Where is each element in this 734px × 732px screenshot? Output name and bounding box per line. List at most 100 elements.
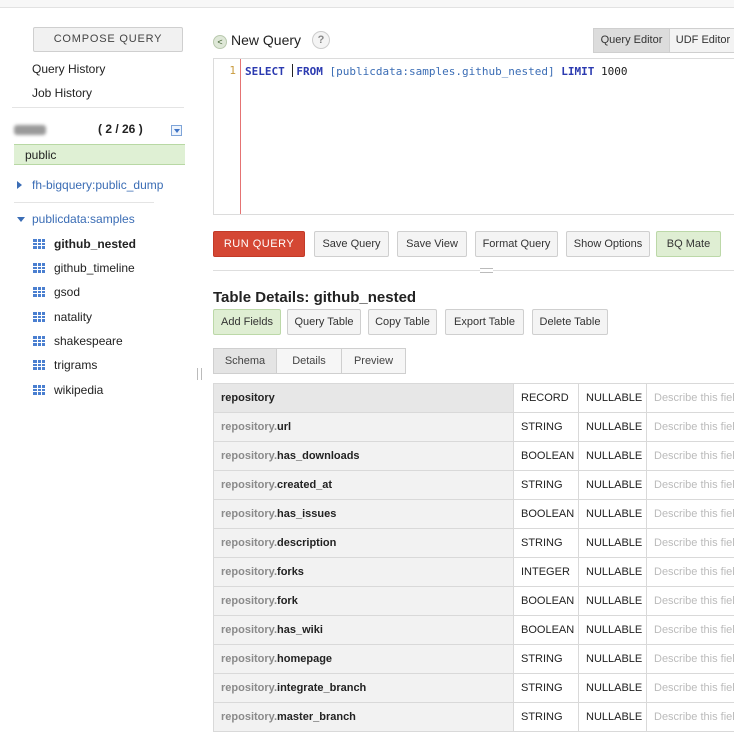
table-item-natality[interactable]: natality: [33, 310, 92, 326]
field-name: repository.fork: [214, 587, 514, 616]
query-history-link[interactable]: Query History: [32, 62, 105, 76]
field-type: STRING: [514, 674, 579, 703]
field-prefix: repository.: [221, 624, 277, 636]
field-mode: NULLABLE: [579, 384, 647, 413]
delete-table-button[interactable]: Delete Table: [532, 309, 608, 335]
panel-divider: [213, 270, 734, 271]
dataset-label: publicdata:samples: [32, 212, 135, 226]
run-query-button[interactable]: RUN QUERY: [213, 231, 305, 257]
query-table-button[interactable]: Query Table: [287, 309, 361, 335]
field-name: repository.has_wiki: [214, 616, 514, 645]
project-count: ( 2 / 26 ): [98, 122, 143, 136]
back-icon[interactable]: <: [213, 35, 227, 49]
field-mode: NULLABLE: [579, 500, 647, 529]
table-item-github-timeline[interactable]: github_timeline: [33, 261, 135, 277]
field-type: BOOLEAN: [514, 587, 579, 616]
field-type: STRING: [514, 645, 579, 674]
table-row: repository.forkBOOLEANNULLABLEDescribe t…: [214, 587, 734, 616]
query-editor[interactable]: 1 SELECT FROM [publicdata:samples.github…: [213, 58, 734, 215]
tab-query-editor[interactable]: Query Editor: [593, 28, 670, 53]
bq-mate-button[interactable]: BQ Mate: [656, 231, 721, 257]
format-query-button[interactable]: Format Query: [475, 231, 558, 257]
field-leaf-name: has_wiki: [277, 624, 323, 636]
field-prefix: repository.: [221, 537, 277, 549]
table-item-label: github_nested: [54, 237, 136, 251]
field-name: repository.created_at: [214, 471, 514, 500]
table-item-shakespeare[interactable]: shakespeare: [33, 334, 123, 350]
field-type: STRING: [514, 529, 579, 558]
table-row: repository.has_wikiBOOLEANNULLABLEDescri…: [214, 616, 734, 645]
field-type: INTEGER: [514, 558, 579, 587]
field-description[interactable]: Describe this field: [647, 645, 734, 674]
field-mode: NULLABLE: [579, 413, 647, 442]
field-type: STRING: [514, 413, 579, 442]
field-description[interactable]: Describe this field: [647, 413, 734, 442]
field-prefix: repository.: [221, 711, 277, 723]
table-item-trigrams[interactable]: trigrams: [33, 358, 97, 374]
chevron-down-icon[interactable]: [171, 125, 182, 136]
page-title: New Query: [231, 32, 301, 48]
table-row: repository.descriptionSTRINGNULLABLEDesc…: [214, 529, 734, 558]
project-name-redacted: [14, 125, 46, 135]
field-description[interactable]: Describe this field: [647, 703, 734, 732]
field-description[interactable]: Describe this field: [647, 442, 734, 471]
field-description[interactable]: Describe this field: [647, 587, 734, 616]
dataset-fh-bigquery-public-dump[interactable]: fh-bigquery:public_dump: [17, 178, 163, 194]
public-project[interactable]: public: [14, 144, 185, 165]
table-item-label: trigrams: [54, 358, 97, 372]
table-row: repository.master_branchSTRINGNULLABLEDe…: [214, 703, 734, 732]
project-selector[interactable]: ( 2 / 26 ): [14, 122, 184, 138]
field-name: repository.url: [214, 413, 514, 442]
dataset-publicdata-samples[interactable]: publicdata:samples: [17, 212, 135, 228]
schema-table: repositoryRECORDNULLABLEDescribe this fi…: [213, 383, 734, 732]
help-icon[interactable]: ?: [312, 31, 330, 49]
table-item-wikipedia[interactable]: wikipedia: [33, 383, 103, 399]
triangle-right-icon[interactable]: [17, 181, 22, 189]
save-view-button[interactable]: Save View: [397, 231, 467, 257]
save-query-button[interactable]: Save Query: [314, 231, 389, 257]
copy-table-button[interactable]: Copy Table: [368, 309, 437, 335]
field-type: BOOLEAN: [514, 442, 579, 471]
table-item-label: natality: [54, 310, 92, 324]
field-description[interactable]: Describe this field: [647, 500, 734, 529]
field-mode: NULLABLE: [579, 558, 647, 587]
field-leaf-name: forks: [277, 566, 304, 578]
export-table-button[interactable]: Export Table: [445, 309, 524, 335]
sidebar: COMPOSE QUERY Query History Job History …: [0, 8, 200, 719]
field-mode: NULLABLE: [579, 442, 647, 471]
job-history-link[interactable]: Job History: [32, 86, 92, 100]
limit-value: 1000: [601, 65, 628, 78]
compose-query-button[interactable]: COMPOSE QUERY: [33, 27, 183, 52]
add-fields-button[interactable]: Add Fields: [213, 309, 281, 335]
field-description[interactable]: Describe this field: [647, 558, 734, 587]
table-row: repository.forksINTEGERNULLABLEDescribe …: [214, 558, 734, 587]
field-leaf-name: homepage: [277, 653, 332, 665]
tab-details[interactable]: Details: [276, 348, 342, 374]
tab-preview[interactable]: Preview: [341, 348, 406, 374]
code-line[interactable]: SELECT FROM [publicdata:samples.github_n…: [245, 64, 628, 78]
field-description[interactable]: Describe this field: [647, 616, 734, 645]
field-description[interactable]: Describe this field: [647, 529, 734, 558]
triangle-down-icon[interactable]: [17, 217, 25, 222]
dataset-divider: [14, 202, 154, 203]
field-name: repository.homepage: [214, 645, 514, 674]
table-grid-icon: [33, 385, 45, 395]
field-leaf-name: integrate_branch: [277, 682, 366, 694]
keyword-limit: LIMIT: [561, 65, 594, 78]
field-description[interactable]: Describe this field: [647, 674, 734, 703]
line-number: 1: [229, 64, 236, 77]
field-leaf-name: has_issues: [277, 508, 336, 520]
keyword-select: SELECT: [245, 65, 285, 78]
field-type: STRING: [514, 703, 579, 732]
tab-schema[interactable]: Schema: [213, 348, 277, 374]
table-item-gsod[interactable]: gsod: [33, 285, 80, 301]
field-description[interactable]: Describe this field: [647, 471, 734, 500]
table-item-github-nested[interactable]: github_nested: [33, 237, 136, 253]
field-name: repository.master_branch: [214, 703, 514, 732]
field-description[interactable]: Describe this field: [647, 384, 734, 413]
show-options-button[interactable]: Show Options: [566, 231, 650, 257]
panel-resize-handle[interactable]: [480, 268, 493, 273]
table-row: repository.homepageSTRINGNULLABLEDescrib…: [214, 645, 734, 674]
tab-udf-editor[interactable]: UDF Editor: [669, 28, 734, 53]
sidebar-resize-handle[interactable]: [197, 368, 202, 380]
